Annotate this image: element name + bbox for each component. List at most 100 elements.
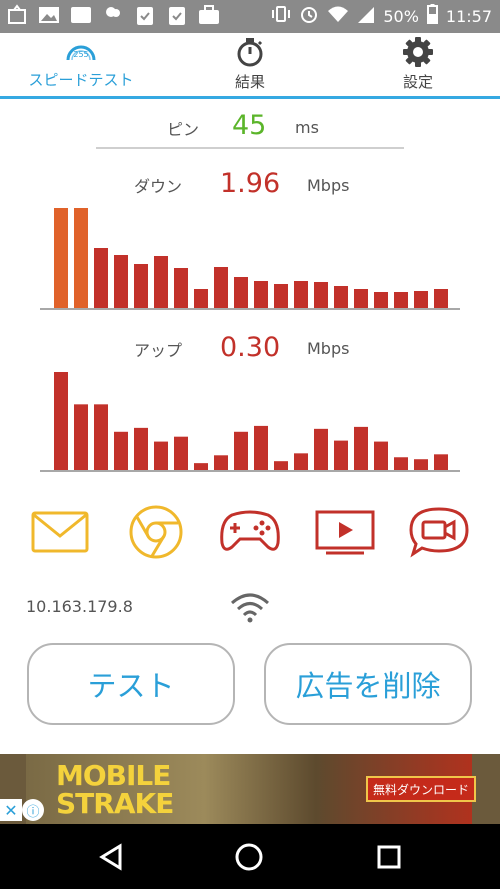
download-bar	[134, 264, 148, 308]
tab-settings[interactable]: 設定	[383, 36, 453, 98]
navigation-bar	[0, 824, 500, 889]
recents-icon[interactable]	[374, 842, 404, 872]
ad-cta-button[interactable]: 無料ダウンロード	[366, 776, 476, 802]
gear-icon	[403, 37, 433, 67]
fk-icon	[70, 4, 92, 26]
home-icon[interactable]	[234, 842, 264, 872]
upload-chart	[54, 372, 448, 470]
download-bar	[214, 267, 228, 308]
briefcase-icon	[198, 4, 220, 26]
wifi-status-icon	[327, 4, 349, 28]
upload-bar	[434, 454, 448, 470]
download-bar	[234, 277, 248, 308]
download-bar	[334, 286, 348, 308]
upload-bar	[74, 404, 88, 470]
tab-speed-test[interactable]: 255 スピードテスト	[20, 36, 142, 98]
ping-divider	[96, 147, 404, 149]
tv-play-icon	[315, 510, 375, 555]
upload-bar	[394, 457, 408, 470]
download-bar	[114, 255, 128, 308]
upload-label: アップ	[134, 341, 183, 360]
upload-bar	[354, 426, 368, 470]
envelope-icon	[31, 511, 89, 553]
download-bar	[254, 281, 268, 308]
ping-unit: ms	[295, 118, 319, 137]
download-bar	[434, 289, 448, 308]
download-unit: Mbps	[307, 176, 350, 195]
upload-bar	[94, 404, 108, 470]
ad-title-line1: MOBILE	[56, 759, 171, 792]
upload-bar	[314, 428, 328, 470]
ad-title-line2: STRAKE	[56, 787, 174, 820]
battery-icon	[426, 4, 438, 28]
upload-bar	[154, 441, 168, 470]
battery-percent: 50%	[383, 6, 419, 26]
upload-bar	[134, 427, 148, 470]
download-bar	[314, 282, 328, 308]
upload-bar	[414, 459, 428, 470]
ad-image[interactable]: MOBILE STRAKE 無料ダウンロード	[26, 754, 476, 824]
download-chart	[54, 208, 448, 308]
vibrate-icon	[271, 4, 291, 28]
upload-bar	[254, 425, 268, 470]
upload-bar	[234, 431, 248, 470]
android-chip-icon	[6, 4, 28, 26]
tab-speed-test-label: スピードテスト	[28, 71, 134, 89]
download-bar	[54, 208, 68, 308]
download-bar	[374, 292, 388, 308]
upload-bar	[334, 440, 348, 470]
upload-bar	[114, 431, 128, 470]
games-shortcut[interactable]	[218, 502, 282, 562]
download-baseline	[40, 308, 460, 310]
alarm-icon	[299, 4, 319, 28]
weather-icon	[102, 4, 124, 26]
app-shortcuts	[0, 502, 500, 564]
ad-close-icon[interactable]: ✕	[0, 799, 22, 821]
test-button[interactable]: テスト	[27, 643, 235, 725]
upload-bar	[214, 455, 228, 470]
browser-shortcut[interactable]	[124, 502, 188, 562]
download-bar	[74, 208, 88, 308]
download-bar	[194, 289, 208, 308]
remove-ads-button[interactable]: 広告を削除	[264, 643, 472, 725]
clock: 11:57	[445, 6, 492, 26]
ad-banner[interactable]: MOBILE STRAKE 無料ダウンロード ✕ ⓘ	[0, 754, 500, 824]
mail-shortcut[interactable]	[28, 502, 92, 562]
download-bar	[174, 268, 188, 308]
gamepad-icon	[220, 510, 280, 551]
clipboard-check-icon	[166, 4, 188, 26]
speedometer-icon: 255	[66, 45, 96, 61]
ad-title: MOBILE STRAKE	[56, 759, 174, 820]
upload-baseline	[40, 470, 460, 472]
download-bar	[154, 256, 168, 308]
upload-bar	[294, 453, 308, 470]
download-bar	[294, 281, 308, 308]
chrome-icon	[129, 505, 183, 559]
upload-value: 0.30	[220, 332, 281, 363]
ad-info-icon[interactable]: ⓘ	[22, 799, 44, 821]
video-call-shortcut[interactable]	[407, 502, 471, 562]
wifi-icon	[229, 592, 271, 628]
tab-results-label: 結果	[234, 73, 265, 91]
ping-label: ピン	[167, 120, 200, 139]
upload-bar	[274, 461, 288, 470]
ip-address: 10.163.179.8	[26, 597, 133, 616]
clipboard-check-icon	[134, 4, 156, 26]
tab-results[interactable]: 結果	[215, 36, 285, 98]
upload-bar	[174, 436, 188, 470]
image-icon	[38, 4, 60, 26]
upload-bar	[194, 463, 208, 470]
download-bar	[94, 248, 108, 308]
download-label: ダウン	[134, 177, 183, 196]
status-bar-system: 50% 11:57	[271, 4, 492, 28]
back-icon[interactable]	[96, 842, 126, 872]
stopwatch-icon	[237, 38, 263, 67]
status-bar-notifications	[6, 4, 220, 26]
download-bar	[394, 292, 408, 308]
tab-settings-label: 設定	[402, 73, 433, 91]
download-bar	[354, 289, 368, 308]
video-shortcut[interactable]	[313, 502, 377, 562]
download-bar	[274, 284, 288, 308]
download-bar	[414, 291, 428, 308]
download-value: 1.96	[220, 168, 281, 199]
